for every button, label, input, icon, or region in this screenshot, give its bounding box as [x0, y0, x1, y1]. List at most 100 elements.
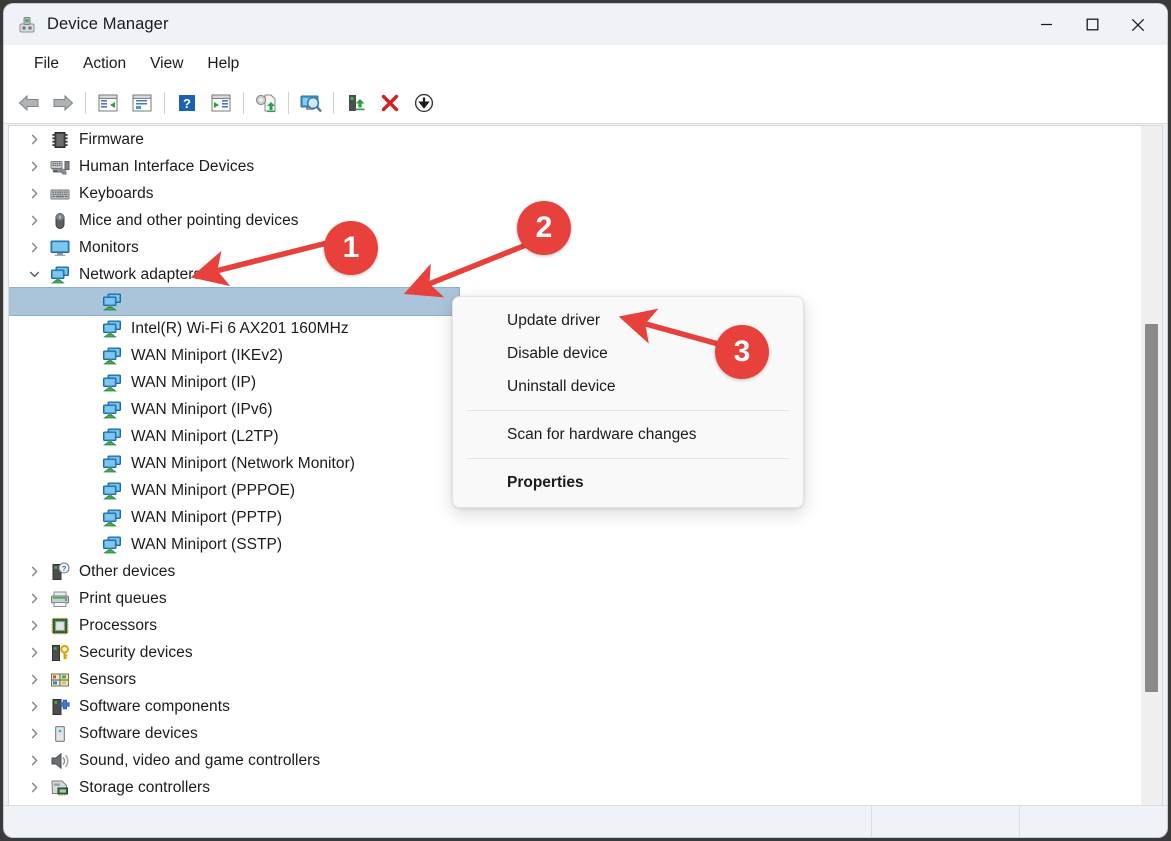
tree-row-label: WAN Miniport (IPv6): [131, 400, 273, 418]
chevron-right-icon[interactable]: [23, 728, 45, 739]
chevron-right-icon[interactable]: [23, 161, 45, 172]
chevron-right-icon[interactable]: [23, 620, 45, 631]
software-component-icon: [49, 697, 71, 717]
vertical-scrollbar[interactable]: [1141, 125, 1163, 809]
chevron-right-icon[interactable]: [23, 215, 45, 226]
chevron-right-icon[interactable]: [23, 701, 45, 712]
hid-gamepad-icon: [49, 157, 71, 177]
show-hide-console-tree-button[interactable]: [91, 87, 125, 119]
help-button[interactable]: ?: [170, 87, 204, 119]
menu-help[interactable]: Help: [195, 51, 251, 77]
storage-controller-icon: [49, 778, 71, 798]
separator-5: [333, 92, 334, 114]
tree-row[interactable]: Sound, video and game controllers: [9, 747, 1145, 774]
ctx-scan-hardware-changes[interactable]: Scan for hardware changes: [453, 418, 803, 451]
tree-row[interactable]: Storage controllers: [9, 774, 1145, 801]
properties-button[interactable]: [125, 87, 159, 119]
chevron-right-icon[interactable]: [23, 647, 45, 658]
network-adapter-icon: [101, 319, 123, 339]
chevron-down-icon[interactable]: [23, 269, 45, 280]
device-manager-window: Device Manager File Action View Help ? F…: [4, 4, 1167, 837]
network-adapter-icon: [101, 400, 123, 420]
svg-text:?: ?: [183, 96, 191, 111]
tree-row-selected[interactable]: [9, 287, 460, 316]
tree-row-label: Monitors: [79, 238, 139, 256]
menu-view[interactable]: View: [138, 51, 195, 77]
title-bar: Device Manager: [4, 4, 1167, 45]
keyboard-icon: [49, 184, 71, 204]
disable-device-button[interactable]: [407, 87, 441, 119]
tree-row-label: WAN Miniport (SSTP): [131, 535, 283, 553]
network-adapter-icon: [101, 508, 123, 528]
device-manager-icon: [17, 15, 37, 35]
minimize-button[interactable]: [1023, 4, 1069, 45]
status-bar-message: [4, 806, 871, 837]
tree-row-label: WAN Miniport (Network Monitor): [131, 454, 355, 472]
tree-row-label: Keyboards: [79, 184, 154, 202]
speaker-icon: [49, 751, 71, 771]
uninstall-device-button[interactable]: [373, 87, 407, 119]
software-device-icon: [49, 724, 71, 744]
tree-row-label: Intel(R) Wi-Fi 6 AX201 160MHz: [131, 319, 349, 337]
tree-row-label: WAN Miniport (IP): [131, 373, 257, 391]
chevron-right-icon[interactable]: [23, 755, 45, 766]
annotation-badge-3: 3: [715, 325, 769, 379]
tree-row-label: Other devices: [79, 562, 176, 580]
back-button[interactable]: [12, 87, 46, 119]
enable-device-button[interactable]: [339, 87, 373, 119]
tree-row-label: WAN Miniport (IKEv2): [131, 346, 284, 364]
network-adapter-icon: [49, 265, 71, 285]
tree-row[interactable]: Monitors: [9, 234, 1145, 261]
tree-row[interactable]: Network adapters: [9, 261, 1145, 288]
network-adapter-icon: [101, 454, 123, 474]
tree-row[interactable]: Mice and other pointing devices: [9, 207, 1145, 234]
window-controls: [1023, 4, 1161, 45]
tree-row[interactable]: WAN Miniport (SSTP): [9, 531, 1145, 558]
printer-icon: [49, 589, 71, 609]
menu-action[interactable]: Action: [71, 51, 138, 77]
monitor-icon: [49, 238, 71, 258]
tree-row[interactable]: WAN Miniport (PPTP): [9, 504, 1145, 531]
tree-row[interactable]: Human Interface Devices: [9, 153, 1145, 180]
tree-row[interactable]: Keyboards: [9, 180, 1145, 207]
tree-row-label: WAN Miniport (PPPOE): [131, 481, 296, 499]
tree-row[interactable]: ? Other devices: [9, 558, 1145, 585]
chevron-right-icon[interactable]: [23, 566, 45, 577]
chevron-right-icon[interactable]: [23, 674, 45, 685]
tree-row[interactable]: Processors: [9, 612, 1145, 639]
update-driver-button[interactable]: [249, 87, 283, 119]
toolbar: ?: [4, 83, 1167, 124]
tree-row[interactable]: Security devices: [9, 639, 1145, 666]
close-button[interactable]: [1115, 4, 1161, 45]
ctx-properties[interactable]: Properties: [453, 466, 803, 499]
chevron-right-icon[interactable]: [23, 782, 45, 793]
network-adapter-icon: [101, 481, 123, 501]
network-adapter-icon: [101, 292, 123, 312]
tree-row[interactable]: Print queues: [9, 585, 1145, 612]
tree-row-label: WAN Miniport (PPTP): [131, 508, 283, 526]
scan-for-hardware-changes-button[interactable]: [294, 87, 328, 119]
tree-row[interactable]: Software devices: [9, 720, 1145, 747]
processor-chip-icon: [49, 616, 71, 636]
tree-row-label: Processors: [79, 616, 158, 634]
tree-row-label: Software devices: [79, 724, 198, 742]
tree-row[interactable]: Firmware: [9, 126, 1145, 153]
chevron-right-icon[interactable]: [23, 134, 45, 145]
tree-row-label: Security devices: [79, 643, 193, 661]
status-bar-cell-2: [1019, 806, 1167, 837]
tree-row-label: Firmware: [79, 130, 144, 148]
network-adapter-icon: [101, 373, 123, 393]
scrollbar-thumb[interactable]: [1145, 324, 1158, 692]
chevron-right-icon[interactable]: [23, 593, 45, 604]
tree-row[interactable]: Software components: [9, 693, 1145, 720]
menu-file[interactable]: File: [22, 51, 71, 77]
tree-row[interactable]: Sensors: [9, 666, 1145, 693]
show-hide-action-pane-button[interactable]: [204, 87, 238, 119]
forward-button[interactable]: [46, 87, 80, 119]
annotation-badge-1: 1: [324, 221, 378, 275]
tree-row-label: Network adapters: [79, 265, 202, 283]
chevron-right-icon[interactable]: [23, 242, 45, 253]
maximize-button[interactable]: [1069, 4, 1115, 45]
status-bar-cell-1: [871, 806, 1019, 837]
chevron-right-icon[interactable]: [23, 188, 45, 199]
